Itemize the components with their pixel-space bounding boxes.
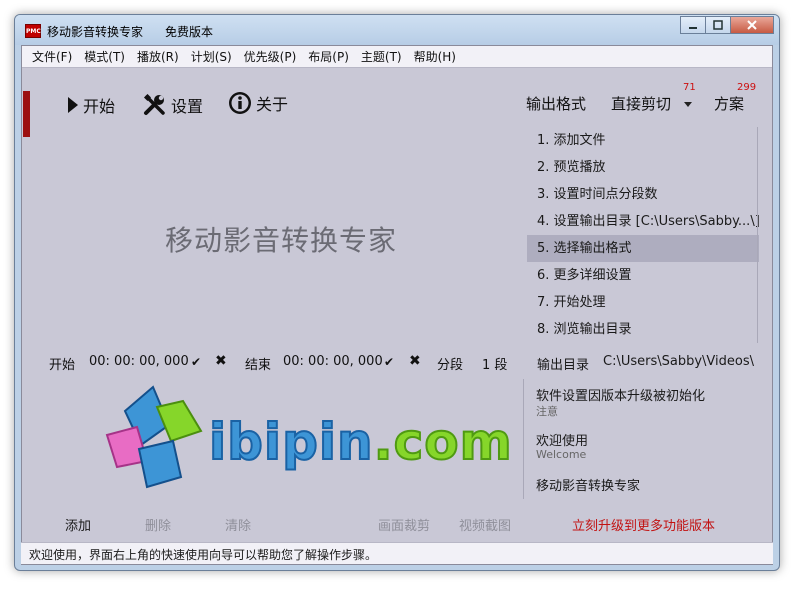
menu-layout[interactable]: 布局(P) bbox=[302, 46, 355, 68]
news-title[interactable]: 移动影音转换专家 bbox=[536, 475, 640, 494]
title-bar[interactable]: PMC 移动影音转换专家 免费版本 bbox=[15, 15, 779, 45]
main-title: 移动影音转换专家 bbox=[165, 224, 398, 257]
step-item[interactable]: 1. 添加文件 bbox=[527, 127, 759, 154]
start-button[interactable]: 开始 bbox=[67, 93, 115, 117]
steps-panel: 1. 添加文件 2. 预览播放 3. 设置时间点分段数 4. 设置输出目录 [C… bbox=[527, 127, 759, 343]
scheme-button[interactable]: 方案 bbox=[714, 93, 744, 114]
upgrade-link[interactable]: 立刻升级到更多功能版本 bbox=[572, 515, 715, 534]
info-icon bbox=[228, 91, 252, 115]
menu-schedule[interactable]: 计划(S) bbox=[185, 46, 238, 68]
end-clear-icon[interactable]: ✖ bbox=[409, 353, 421, 369]
end-time-label: 结束 bbox=[245, 358, 272, 373]
accent-bar bbox=[23, 91, 30, 137]
clear-button[interactable]: 清除 bbox=[225, 515, 251, 534]
crop-button[interactable]: 画面裁剪 bbox=[378, 515, 430, 534]
end-confirm-icon[interactable]: ✔ bbox=[384, 355, 394, 369]
direct-cut-dropdown-icon[interactable] bbox=[684, 97, 692, 112]
status-text: 欢迎使用，界面右上角的快速使用向导可以帮助您了解操作步骤。 bbox=[29, 548, 378, 562]
status-bar: 欢迎使用，界面右上角的快速使用向导可以帮助您了解操作步骤。 bbox=[21, 542, 773, 564]
app-window: PMC 移动影音转换专家 免费版本 文件(F) 模式(T) 播放(R) 计划(S… bbox=[14, 14, 780, 571]
minimize-button[interactable] bbox=[680, 16, 706, 34]
segment-value[interactable]: 1 段 bbox=[482, 354, 507, 373]
scheme-badge: 299 bbox=[737, 82, 757, 93]
window-edition: 免费版本 bbox=[165, 25, 214, 39]
logo-text-domain: .com bbox=[373, 412, 513, 472]
direct-cut-button[interactable]: 直接剪切 bbox=[611, 93, 671, 114]
app-logo-icon: PMC bbox=[25, 24, 41, 38]
output-dir-label: 输出目录 bbox=[537, 358, 590, 373]
step-item-selected[interactable]: 5. 选择输出格式 bbox=[527, 235, 759, 262]
add-button[interactable]: 添加 bbox=[65, 515, 91, 534]
minimize-icon bbox=[689, 27, 697, 29]
step-item[interactable]: 6. 更多详细设置 bbox=[527, 262, 759, 289]
window-title: 移动影音转换专家 bbox=[47, 25, 144, 39]
step-item[interactable]: 8. 浏览输出目录 bbox=[527, 316, 759, 343]
news-title[interactable]: 软件设置因版本升级被初始化 bbox=[536, 385, 705, 404]
logo-text-main: ibipin bbox=[208, 412, 374, 472]
start-clear-icon[interactable]: ✖ bbox=[215, 353, 227, 369]
about-button[interactable]: 关于 bbox=[228, 91, 288, 115]
step-item[interactable]: 3. 设置时间点分段数 bbox=[527, 181, 759, 208]
delete-button[interactable]: 删除 bbox=[145, 515, 171, 534]
end-time-value[interactable]: 00: 00: 00, 000 bbox=[283, 354, 383, 369]
menu-file[interactable]: 文件(F) bbox=[26, 46, 78, 68]
play-icon bbox=[67, 96, 79, 114]
start-confirm-icon[interactable]: ✔ bbox=[191, 355, 201, 369]
start-label: 开始 bbox=[83, 97, 116, 116]
news-divider bbox=[523, 379, 524, 499]
news-title[interactable]: 欢迎使用 bbox=[536, 430, 588, 449]
ibipin-logo-text: ibipin.com bbox=[208, 412, 513, 472]
window-controls bbox=[680, 16, 774, 36]
close-button[interactable] bbox=[730, 16, 774, 34]
maximize-button[interactable] bbox=[705, 16, 731, 34]
snapshot-button[interactable]: 视频截图 bbox=[459, 515, 511, 534]
step-item[interactable]: 2. 预览播放 bbox=[527, 154, 759, 181]
menu-priority[interactable]: 优先级(P) bbox=[238, 46, 303, 68]
close-icon bbox=[747, 20, 757, 30]
output-dir-path[interactable]: C:\Users\Sabby\Videos\ bbox=[603, 354, 754, 369]
steps-scroll-track[interactable] bbox=[757, 127, 758, 343]
tools-icon bbox=[143, 94, 167, 116]
settings-button[interactable]: 设置 bbox=[143, 93, 203, 117]
news-subtitle: 注意 bbox=[536, 405, 558, 418]
about-label: 关于 bbox=[256, 95, 289, 114]
menu-play[interactable]: 播放(R) bbox=[131, 46, 185, 68]
menu-mode[interactable]: 模式(T) bbox=[78, 46, 131, 68]
direct-cut-badge: 71 bbox=[683, 82, 696, 93]
start-time-value[interactable]: 00: 00: 00, 000 bbox=[89, 354, 189, 369]
start-time-label: 开始 bbox=[49, 358, 76, 373]
news-subtitle: Welcome bbox=[536, 448, 587, 461]
menu-help[interactable]: 帮助(H) bbox=[408, 46, 462, 68]
segment-label: 分段 bbox=[437, 358, 464, 373]
step-item[interactable]: 7. 开始处理 bbox=[527, 289, 759, 316]
settings-label: 设置 bbox=[171, 97, 204, 116]
ibipin-logo bbox=[105, 379, 225, 503]
step-item[interactable]: 4. 设置输出目录 [C:\Users\Sabby...\] bbox=[527, 208, 759, 235]
menu-theme[interactable]: 主题(T) bbox=[355, 46, 408, 68]
maximize-icon bbox=[713, 20, 723, 30]
menu-bar: 文件(F) 模式(T) 播放(R) 计划(S) 优先级(P) 布局(P) 主题(… bbox=[22, 46, 772, 68]
output-format-button[interactable]: 输出格式 bbox=[526, 93, 586, 114]
